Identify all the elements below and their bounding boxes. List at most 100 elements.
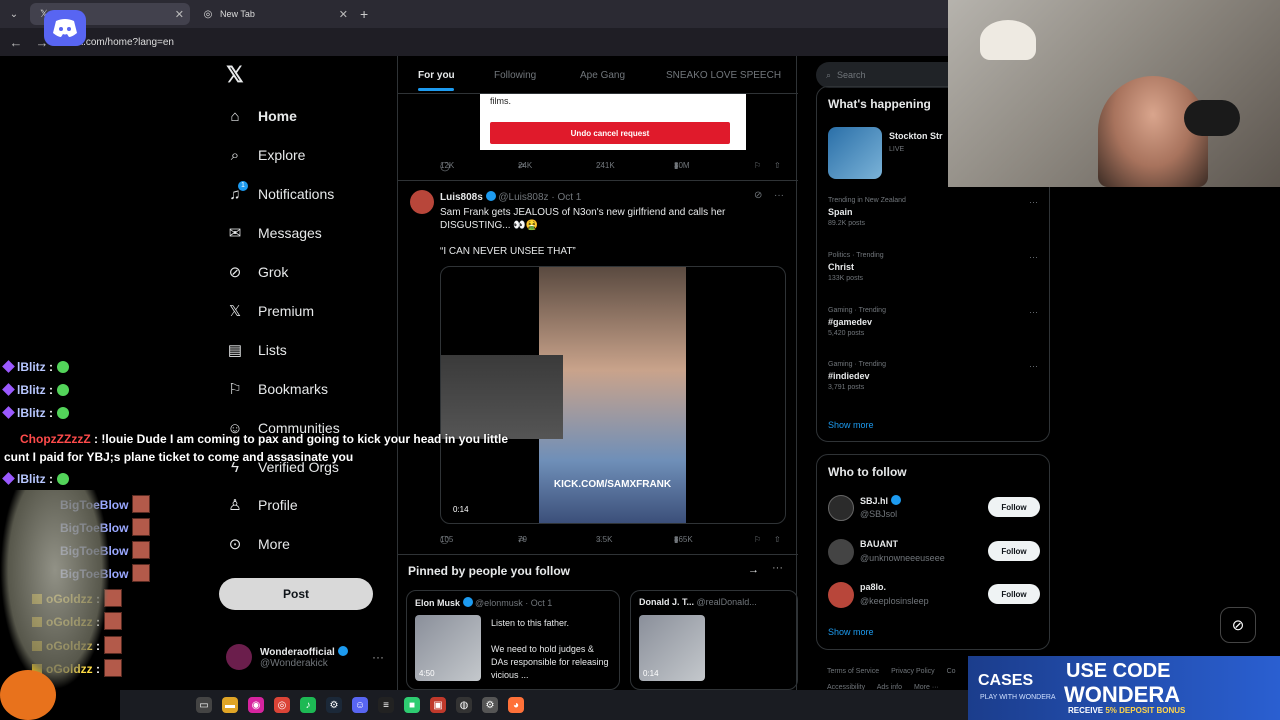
panel-title: What's happening xyxy=(828,97,931,111)
trend-item[interactable]: Politics · Trending Christ 133K posts ··… xyxy=(828,252,1038,282)
nav-label: Messages xyxy=(258,225,322,241)
emote-icon xyxy=(132,541,151,559)
terminal-icon[interactable]: ≡ xyxy=(378,697,394,713)
sponsor-ad-banner: CASES PLAY WITH WONDERA USE CODE WONDERA… xyxy=(968,656,1280,720)
tweet-quote-text: “I CAN NEVER UNSEE THAT” xyxy=(440,246,576,257)
grok-float-icon[interactable]: ⊘ xyxy=(1220,607,1256,643)
footer-link[interactable]: Privacy Policy xyxy=(891,668,935,675)
follow-suggestion[interactable]: SBJ.hl @SBJsol Follow xyxy=(828,493,1040,523)
card-text: films. xyxy=(490,96,511,106)
ad-receive: RECEIVE 5% DEPOSIT BONUS xyxy=(1068,706,1186,715)
trend-item[interactable]: Gaming · Trending #indiedev 3,791 posts … xyxy=(828,361,1038,391)
bookmark-icon[interactable]: ⚐ xyxy=(754,161,761,170)
ad-brand-sub: PLAY WITH WONDERA xyxy=(980,694,1056,701)
pumpkin-decoration xyxy=(0,670,56,720)
nav-messages[interactable]: ✉ Messages xyxy=(226,218,322,248)
tweet-time[interactable]: Oct 1 xyxy=(557,192,581,203)
close-tab-icon[interactable]: ✕ xyxy=(339,8,348,21)
nav-label: Home xyxy=(258,108,297,124)
new-tab-icon[interactable]: + xyxy=(360,6,368,22)
tweet-text: Sam Frank gets JEALOUS of N3on's new gir… xyxy=(440,207,726,231)
close-tab-icon[interactable]: ✕ xyxy=(175,8,184,21)
app-icon[interactable]: ▣ xyxy=(430,697,446,713)
nav-notifications[interactable]: ♫ 1 Notifications xyxy=(226,179,334,209)
microphone xyxy=(1184,100,1240,136)
avatar xyxy=(828,495,854,521)
avatar xyxy=(828,582,854,608)
author-handle[interactable]: @Luis808z xyxy=(498,192,548,203)
steam-icon[interactable]: ⚙ xyxy=(326,697,342,713)
file-explorer-icon[interactable]: ▭ xyxy=(196,697,212,713)
share-icon[interactable]: ⇧ xyxy=(774,161,781,170)
obs-icon[interactable]: ◍ xyxy=(456,697,472,713)
halloween-tree-decoration xyxy=(0,490,110,690)
bookmark-icon[interactable]: ⚐ xyxy=(754,535,761,544)
trend-item[interactable]: Trending in New Zealand Spain 89.2K post… xyxy=(828,197,1038,227)
grok-explain-icon[interactable]: ⊘ xyxy=(754,190,762,201)
more-dots-icon[interactable]: ··· xyxy=(774,190,784,201)
app-icon[interactable]: ■ xyxy=(404,697,420,713)
footer-link[interactable]: Terms of Service xyxy=(827,668,879,675)
divider xyxy=(398,180,798,181)
live-thumbnail[interactable] xyxy=(828,127,882,179)
show-more-link[interactable]: Show more xyxy=(828,627,874,637)
follow-button[interactable]: Follow xyxy=(988,584,1040,604)
envelope-icon: ✉ xyxy=(228,225,242,242)
url-text: x.com/home?lang=en xyxy=(78,36,174,48)
nav-label: Grok xyxy=(258,264,289,280)
video-thumbnail[interactable]: 0:14 xyxy=(639,615,705,681)
browser-tab-new[interactable]: ◎ New Tab ✕ xyxy=(194,3,354,25)
x-logo-icon[interactable]: 𝕏 xyxy=(226,62,244,88)
share-icon[interactable]: ⇧ xyxy=(774,535,781,544)
tab-for-you[interactable]: For you xyxy=(418,70,455,91)
search-icon: ⌕ xyxy=(230,146,240,164)
trend-item[interactable]: Gaming · Trending #gamedev 5,420 posts ·… xyxy=(828,307,1038,337)
follow-suggestion[interactable]: BAUANT @unknowneeeuseee Follow xyxy=(828,537,1040,567)
spotify-icon[interactable]: ♪ xyxy=(300,697,316,713)
nav-home[interactable]: ⌂ Home xyxy=(226,101,297,131)
verified-badge-icon xyxy=(890,495,901,505)
globe-icon: ◎ xyxy=(203,8,213,20)
author-name[interactable]: Luis808s xyxy=(440,192,483,203)
nav-premium[interactable]: 𝕏 Premium xyxy=(226,296,314,326)
tab-following[interactable]: Following xyxy=(494,70,536,81)
emote-icon xyxy=(57,361,70,373)
tab-list-menu-icon[interactable]: ⌄ xyxy=(2,3,26,25)
avatar[interactable] xyxy=(410,190,434,214)
instagram-icon[interactable]: ◉ xyxy=(248,697,264,713)
gem-badge-icon xyxy=(2,383,15,396)
lamp xyxy=(980,20,1036,60)
live-title[interactable]: Stockton Str xyxy=(889,131,943,141)
footer-link[interactable]: Co xyxy=(947,668,956,675)
feed-tabs: For you Following Ape Gang SNEAKO LOVE S… xyxy=(398,56,798,94)
undo-cancel-request-button[interactable]: Undo cancel request xyxy=(490,122,730,144)
more-dots-icon[interactable]: ··· xyxy=(1029,361,1038,371)
arrow-right-icon[interactable]: → xyxy=(748,564,759,576)
nav-explore[interactable]: ⌕ Explore xyxy=(226,140,306,170)
back-icon[interactable]: ← xyxy=(6,35,26,50)
ad-use-code: USE CODE xyxy=(1066,660,1171,682)
tab-sneako-love-speech[interactable]: SNEAKO LOVE SPEECH xyxy=(666,70,781,81)
pinned-card-header: Donald J. T... @realDonald... xyxy=(639,597,757,607)
settings-icon[interactable]: ⚙ xyxy=(482,697,498,713)
firefox-icon[interactable]: ◕ xyxy=(508,697,524,713)
avatar xyxy=(828,539,854,565)
chat-line: lBlitz : xyxy=(2,472,70,486)
folder-icon[interactable]: ▬ xyxy=(222,697,238,713)
more-dots-icon[interactable]: ··· xyxy=(1029,197,1038,207)
tab-ape-gang[interactable]: Ape Gang xyxy=(580,70,625,81)
follow-button[interactable]: Follow xyxy=(988,541,1040,561)
more-dots-icon[interactable]: ··· xyxy=(1029,252,1038,262)
chrome-icon[interactable]: ◎ xyxy=(274,697,290,713)
notification-badge: 1 xyxy=(238,181,248,191)
nav-grok[interactable]: ⊘ Grok xyxy=(226,257,289,287)
chat-line: lBlitz : xyxy=(2,360,70,374)
emote-icon xyxy=(57,384,70,396)
pinned-card-trump[interactable]: Donald J. T... @realDonald... 0:14 xyxy=(630,590,798,690)
more-dots-icon[interactable]: ··· xyxy=(1029,307,1038,317)
follow-button[interactable]: Follow xyxy=(988,497,1040,517)
show-more-link[interactable]: Show more xyxy=(828,420,874,430)
discord-taskbar-icon[interactable]: ☺ xyxy=(352,697,368,713)
follow-suggestion[interactable]: pa8lo. @keeplosinsleep Follow xyxy=(828,580,1040,610)
more-dots-icon[interactable]: ··· xyxy=(772,562,783,574)
